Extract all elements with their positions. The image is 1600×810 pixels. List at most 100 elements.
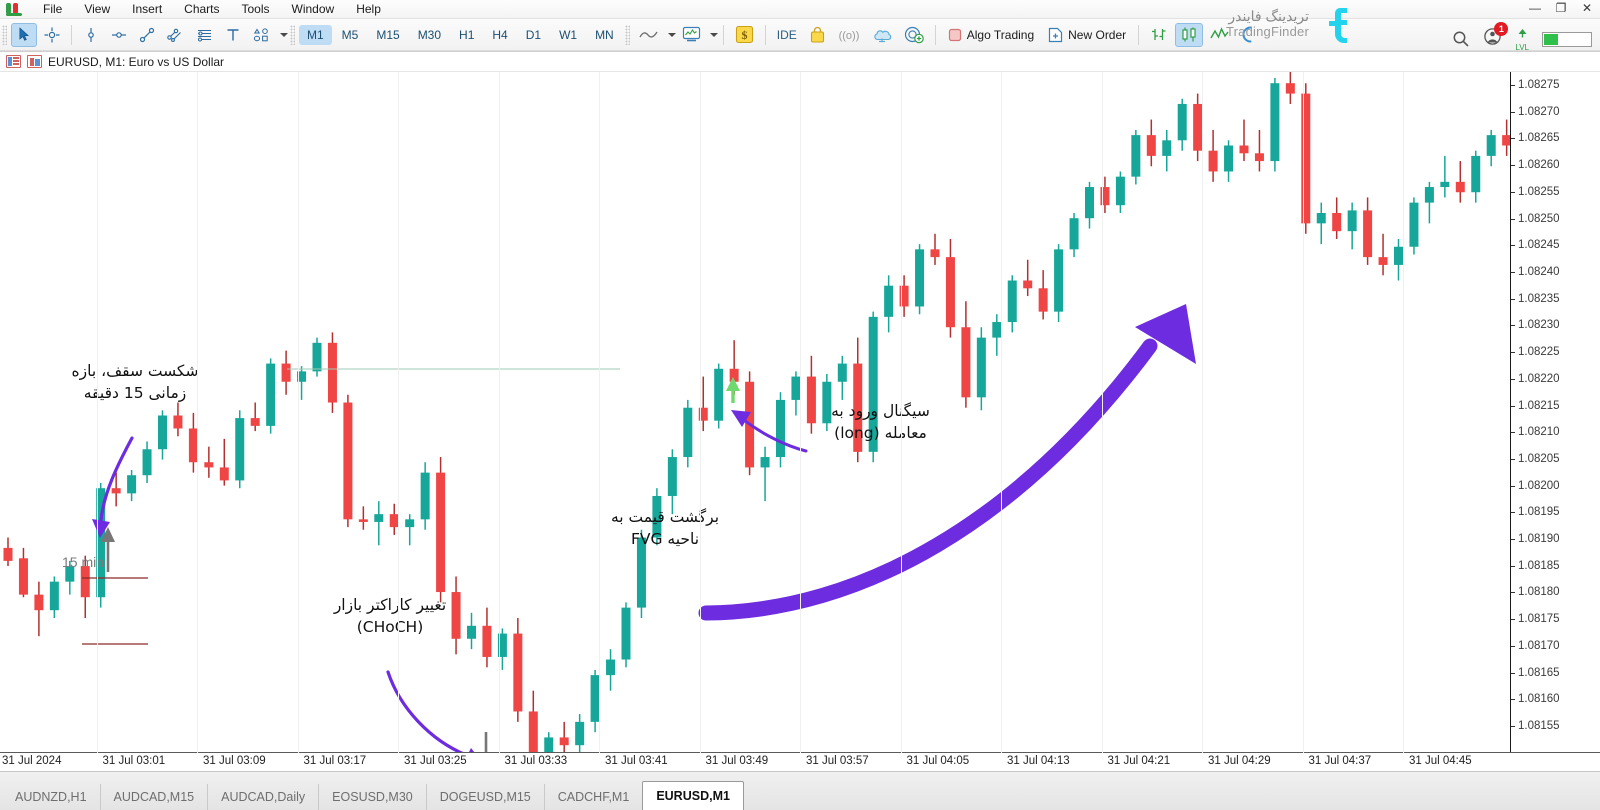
dollar-icon[interactable]: $ [730, 23, 759, 47]
minimize-button[interactable]: — [1528, 1, 1542, 15]
close-button[interactable]: ✕ [1580, 1, 1594, 15]
time-tick: 31 Jul 03:17 [303, 755, 367, 767]
candle-body [976, 337, 986, 398]
chart-tab[interactable]: CADCHF,M1 [545, 784, 644, 810]
text-label-icon[interactable] [220, 23, 246, 47]
window-controls: — ❐ ✕ [1528, 1, 1594, 15]
candle-body [420, 472, 430, 520]
search-icon[interactable] [1452, 30, 1470, 48]
time-axis[interactable]: 31 Jul 2024 31 Jul 03:01 31 Jul 03:09 31 Ju… [0, 72, 1600, 771]
candle-body [915, 249, 925, 307]
price-tick: 1.08270 [1511, 106, 1560, 118]
timeframe-m30[interactable]: M30 [410, 25, 449, 45]
shapes-dropdown-caret-icon[interactable] [280, 32, 288, 37]
price-tick: 1.08190 [1511, 533, 1560, 545]
chart-tab[interactable]: DOGEUSD,M15 [427, 784, 545, 810]
menu-file[interactable]: File [32, 0, 73, 18]
chart-tab[interactable]: EURUSD,M1 [642, 781, 744, 810]
chart-titlebar: EURUSD, M1: Euro vs US Dollar [0, 52, 1600, 72]
price-tick: 1.08265 [1511, 132, 1560, 144]
price-axis[interactable]: 1.08275 1.08270 1.08265 1.08260 1.08255 1.082… [1510, 72, 1600, 753]
candlestick-chart-icon[interactable] [1175, 22, 1204, 47]
timeframe-w1[interactable]: W1 [551, 25, 585, 45]
chart-type-caret-icon[interactable] [667, 32, 676, 37]
time-gridline [1202, 72, 1203, 753]
trendline-icon[interactable] [134, 23, 160, 47]
tradingfinder-branding: تریدینگ فایندر TradingFinder [1226, 0, 1357, 48]
menu-tools[interactable]: Tools [231, 0, 281, 18]
channel-icon[interactable] [162, 23, 189, 47]
timeframe-mn[interactable]: MN [587, 25, 622, 45]
bar-chart-icon[interactable] [1145, 23, 1173, 47]
timeframe-m5[interactable]: M5 [334, 25, 367, 45]
candle-body [1085, 187, 1094, 219]
time-tick: 31 Jul 03:49 [705, 755, 769, 767]
chart-tab[interactable]: AUDNZD,H1 [2, 784, 101, 810]
candle-body [204, 462, 214, 468]
timeframe-d1[interactable]: D1 [518, 25, 549, 45]
candle-body [1486, 135, 1496, 156]
toolbar-separator-1 [71, 24, 72, 45]
menu-window[interactable]: Window [281, 0, 346, 18]
notification-bell-icon[interactable]: 1 [1483, 22, 1509, 51]
time-tick: 31 Jul 03:57 [806, 755, 869, 767]
timeframe-h1[interactable]: H1 [451, 25, 482, 45]
market-bag-icon[interactable] [804, 23, 831, 47]
price-tick: 1.08260 [1511, 159, 1560, 171]
timeframe-m1[interactable]: M1 [299, 24, 332, 45]
toolbar-grip-2[interactable] [290, 24, 295, 45]
time-gridline [900, 72, 902, 753]
candle-body [1038, 288, 1048, 312]
algo-trading-button[interactable]: Algo Trading [941, 25, 1041, 45]
price-tick: 1.08215 [1511, 400, 1560, 412]
time-gridline [197, 72, 198, 753]
crosshair-icon[interactable] [39, 23, 65, 47]
chart-tab[interactable]: EOSUSD,M30 [319, 784, 427, 810]
resource-meter [1542, 31, 1592, 47]
line-chart-icon[interactable] [634, 23, 664, 47]
signals-icon[interactable]: ((o)) [833, 23, 865, 47]
menu-help[interactable]: Help [345, 0, 392, 18]
toolbar-separator-2 [722, 24, 724, 45]
template-caret-icon[interactable] [709, 32, 718, 37]
brand-name-fa: تریدینگ فایندر [1228, 8, 1309, 25]
menu-charts[interactable]: Charts [173, 0, 230, 18]
chart-properties-icon[interactable] [27, 55, 42, 68]
fibonacci-icon[interactable] [191, 23, 218, 47]
candle-body [760, 457, 770, 468]
time-tick: 31 Jul 04:05 [906, 755, 970, 767]
new-order-button[interactable]: New Order [1041, 24, 1133, 46]
timeframe-m15[interactable]: M15 [368, 25, 407, 45]
vps-cloud-icon[interactable] [867, 23, 897, 47]
candle-body [1347, 210, 1357, 232]
maximize-button[interactable]: ❐ [1554, 1, 1568, 15]
chart-tab[interactable]: AUDCAD,Daily [208, 784, 320, 810]
menu-view[interactable]: View [73, 0, 121, 18]
price-tick: 1.08245 [1511, 239, 1560, 251]
template-icon[interactable] [677, 23, 706, 47]
toolbar-grip[interactable] [2, 24, 7, 45]
time-tick: 31 Jul 03:09 [203, 755, 266, 767]
time-gridline [398, 72, 399, 753]
shapes-icon[interactable] [248, 23, 276, 47]
horizontal-line-icon[interactable] [106, 23, 132, 47]
vertical-line-icon[interactable] [78, 23, 104, 47]
signal-level-indicator[interactable]: LVL [1515, 26, 1529, 52]
candle-body [1208, 150, 1218, 172]
cursor-icon[interactable] [11, 22, 37, 47]
chart-tab[interactable]: AUDCAD,M15 [101, 784, 209, 810]
notification-count-badge: 1 [1494, 22, 1509, 36]
purple-curved-arrow-bos [92, 436, 134, 538]
copy-trading-icon[interactable] [899, 23, 929, 47]
menu-insert[interactable]: Insert [121, 0, 173, 18]
price-tick: 1.08250 [1511, 213, 1560, 225]
time-tick: 31 Jul 04:21 [1107, 755, 1171, 767]
candle-body [1424, 187, 1434, 203]
data-window-icon[interactable] [6, 55, 21, 68]
timeframe-h4[interactable]: H4 [484, 25, 515, 45]
candle-body [667, 457, 677, 496]
ide-button[interactable]: IDE [772, 23, 802, 47]
candle-body [1254, 153, 1264, 162]
candle-body [1378, 257, 1388, 265]
toolbar-grip-3[interactable] [624, 24, 630, 45]
